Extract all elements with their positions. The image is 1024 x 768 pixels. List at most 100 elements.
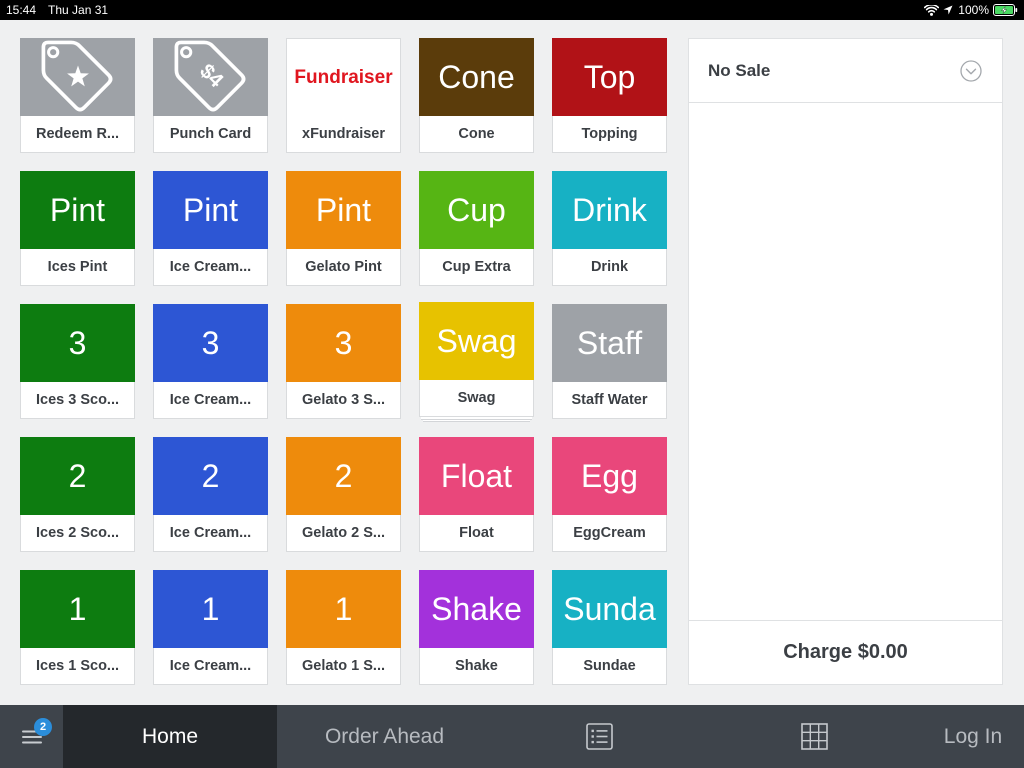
bottom-nav-bar: 2 Home Order Ahead Log In	[0, 705, 1024, 768]
notification-badge: 2	[34, 718, 52, 736]
tile-abbreviation: Swag	[436, 322, 517, 359]
tile-color-block: Pint	[286, 171, 401, 249]
chevron-down-icon	[960, 59, 982, 82]
tile-label: Sundae	[552, 648, 667, 685]
list-icon	[586, 723, 613, 750]
tile-abbreviation: 2	[334, 457, 353, 494]
tile-label: Gelato Pint	[286, 249, 401, 286]
item-tile[interactable]: 1 Gelato 1 S...	[286, 570, 401, 685]
tile-label: EggCream	[552, 515, 667, 552]
tile-abbreviation: Drink	[572, 191, 647, 228]
tile-abbreviation: Cup	[447, 191, 506, 228]
tile-color-block: Float	[419, 437, 534, 515]
tile-color-block: $4	[153, 38, 268, 116]
ticket-selector[interactable]: No Sale	[689, 39, 1002, 103]
tile-label: Shake	[419, 648, 534, 685]
item-tile[interactable]: Pint Gelato Pint	[286, 171, 401, 286]
item-tile[interactable]: Fundraiser xFundraiser	[286, 38, 401, 153]
tile-abbreviation: Cone	[438, 58, 515, 95]
item-grid: Redeem R... $4 Punch Card Fundraiser xFundra…	[20, 38, 667, 685]
tile-abbreviation: 2	[201, 457, 220, 494]
item-grid-button[interactable]	[707, 705, 922, 768]
tile-color-block: 1	[153, 570, 268, 648]
item-tile[interactable]: Egg EggCream	[552, 437, 667, 552]
transactions-button[interactable]	[492, 705, 707, 768]
item-tile[interactable]: Cone Cone	[419, 38, 534, 153]
tile-color-block: Top	[552, 38, 667, 116]
grid-icon	[801, 723, 828, 750]
item-tile[interactable]: Cup Cup Extra	[419, 171, 534, 286]
tile-abbreviation: Pint	[49, 191, 106, 228]
tile-label: Cone	[419, 116, 534, 153]
tile-label: Ice Cream...	[153, 515, 268, 552]
tile-label: Punch Card	[153, 116, 268, 153]
item-tile[interactable]: 1 Ices 1 Sco...	[20, 570, 135, 685]
tile-label: Topping	[552, 116, 667, 153]
item-tile[interactable]: Staff Staff Water	[552, 304, 667, 419]
clock-date: Thu Jan 31	[48, 3, 109, 17]
tile-color-block: Pint	[20, 171, 135, 249]
tile-abbreviation: Shake	[431, 590, 522, 627]
item-tile[interactable]: Sunda Sundae	[552, 570, 667, 685]
item-tile[interactable]: 3 Ice Cream...	[153, 304, 268, 419]
tile-color-block: Swag	[419, 302, 534, 380]
item-tile[interactable]: 3 Ices 3 Sco...	[20, 304, 135, 419]
wifi-icon	[924, 4, 940, 16]
tile-abbreviation: 3	[334, 324, 353, 361]
tile-color-block: Egg	[552, 437, 667, 515]
tile-label: Ices 2 Sco...	[20, 515, 135, 552]
tab-home[interactable]: Home	[63, 705, 277, 768]
tile-color-block: Pint	[153, 171, 268, 249]
log-in-label: Log In	[943, 724, 1003, 748]
tile-color-block: 3	[20, 304, 135, 382]
tile-abbreviation: Pint	[315, 191, 372, 228]
tile-color-block: Fundraiser	[286, 38, 401, 116]
item-tile[interactable]: 2 Gelato 2 S...	[286, 437, 401, 552]
tile-label: Ice Cream...	[153, 249, 268, 286]
item-tile[interactable]: Shake Shake	[419, 570, 534, 685]
tile-color-block: 2	[20, 437, 135, 515]
tile-color-block: Cone	[419, 38, 534, 116]
log-in-button[interactable]: Log In	[922, 705, 1024, 768]
tile-color-block: 3	[153, 304, 268, 382]
charge-label: Charge $0.00	[783, 641, 908, 663]
status-bar-right: 100%	[924, 3, 1018, 17]
tile-label: Staff Water	[552, 382, 667, 419]
item-tile[interactable]: Pint Ices Pint	[20, 171, 135, 286]
category-tile[interactable]: Swag Swag	[419, 302, 534, 417]
cart-panel: No Sale Charge $0.00	[688, 38, 1003, 685]
item-tile[interactable]: 2 Ice Cream...	[153, 437, 268, 552]
tile-abbreviation: 3	[68, 324, 87, 361]
item-tile[interactable]: 2 Ices 2 Sco...	[20, 437, 135, 552]
tile-abbreviation: 1	[201, 590, 220, 627]
item-tile[interactable]: Top Topping	[552, 38, 667, 153]
item-tile[interactable]: Drink Drink	[552, 171, 667, 286]
tile-label: Redeem R...	[20, 116, 135, 153]
tile-abbreviation: 2	[68, 457, 87, 494]
status-bar-left: 15:44 Thu Jan 31	[6, 3, 108, 17]
tile-color-block: Cup	[419, 171, 534, 249]
tile-abbreviation: 3	[201, 324, 220, 361]
item-tile[interactable]: Redeem R...	[20, 38, 135, 153]
item-tile[interactable]: 1 Ice Cream...	[153, 570, 268, 685]
tab-order-ahead[interactable]: Order Ahead	[277, 705, 492, 768]
menu-button[interactable]: 2	[0, 705, 63, 768]
charge-button[interactable]: Charge $0.00	[689, 620, 1002, 684]
tile-abbreviation: 1	[68, 590, 87, 627]
item-tile[interactable]: 3 Gelato 3 S...	[286, 304, 401, 419]
tile-color-block: 2	[153, 437, 268, 515]
tile-abbreviation: Sunda	[563, 590, 656, 627]
item-tile[interactable]: Pint Ice Cream...	[153, 171, 268, 286]
tile-abbreviation: Pint	[182, 191, 239, 228]
status-bar: 15:44 Thu Jan 31 100%	[0, 0, 1024, 20]
tile-label: Gelato 3 S...	[286, 382, 401, 419]
dollar-tag-icon: $4	[174, 40, 245, 112]
tile-label: Ice Cream...	[153, 648, 268, 685]
battery-charging-icon	[993, 4, 1018, 16]
tile-label: Ices Pint	[20, 249, 135, 286]
item-tile[interactable]: $4 Punch Card	[153, 38, 268, 153]
tile-label: Ices 1 Sco...	[20, 648, 135, 685]
tile-color-block: 1	[286, 570, 401, 648]
tile-abbreviation: Egg	[581, 457, 638, 494]
item-tile[interactable]: Float Float	[419, 437, 534, 552]
